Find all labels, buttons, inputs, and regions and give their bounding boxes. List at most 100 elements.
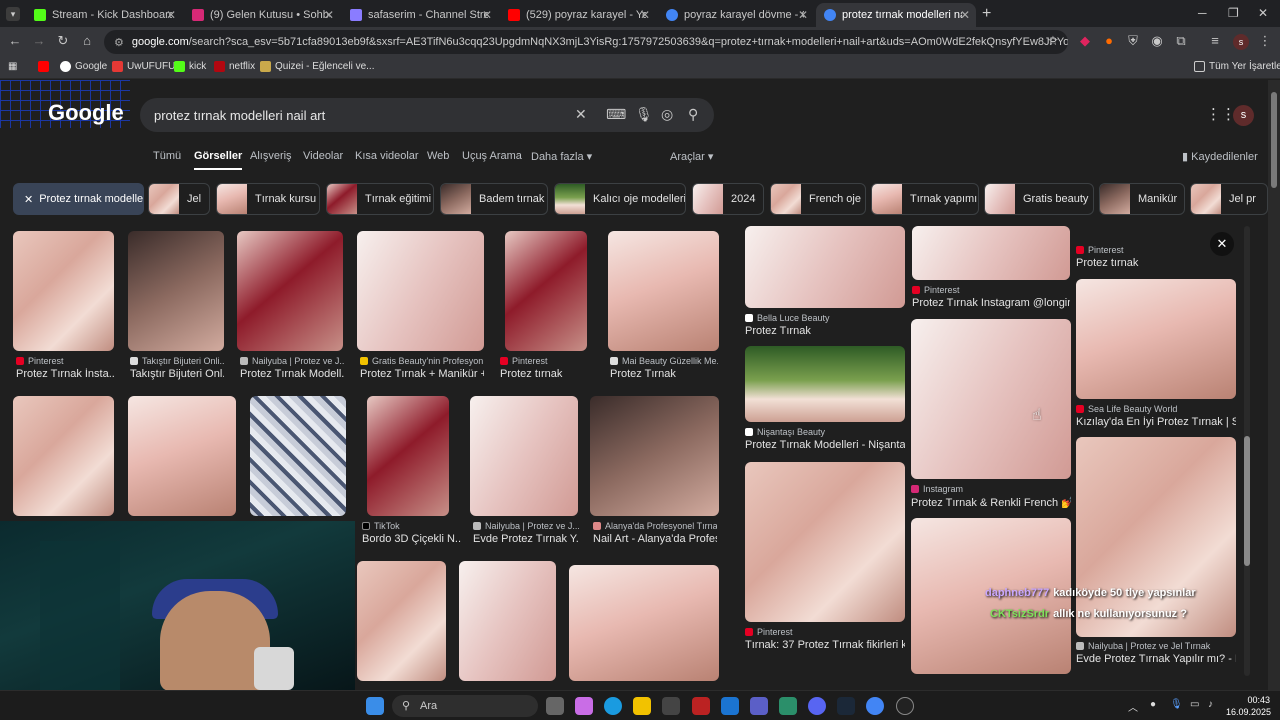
bookmark-star-icon[interactable]: ☆ — [1044, 33, 1062, 49]
tools-button[interactable]: Araçlar ▾ — [670, 150, 713, 163]
minimize-icon[interactable]: ─ — [1198, 6, 1207, 20]
outlook-icon[interactable] — [721, 697, 739, 715]
chip-french-oje[interactable]: French oje — [770, 183, 866, 215]
result-image[interactable] — [13, 396, 114, 516]
back-icon[interactable]: ← — [6, 33, 24, 48]
media-icon[interactable]: ≡ — [1206, 33, 1224, 48]
result-title[interactable]: Protez Tırnak İnsta... — [16, 368, 114, 380]
result-title[interactable]: Protez Tırnak — [745, 325, 905, 337]
task-view-icon[interactable] — [546, 697, 564, 715]
result-image[interactable] — [590, 396, 719, 516]
bookmark-google[interactable]: Google — [60, 61, 107, 72]
tab-shopping[interactable]: Alışveriş — [250, 150, 292, 162]
search-icon[interactable]: ⚲ — [688, 106, 698, 123]
extension-icon[interactable]: ◆ — [1076, 33, 1094, 49]
close-tab-icon[interactable]: ✕ — [166, 8, 176, 22]
result-title[interactable]: Protez Tırnak Modelleri - Nişantaşı... — [745, 439, 905, 451]
clear-search-icon[interactable]: ✕ — [575, 106, 587, 123]
keyboard-icon[interactable]: ⌨ — [606, 106, 626, 123]
bookmark-youtube[interactable] — [38, 61, 53, 72]
close-tab-icon[interactable]: ✕ — [798, 8, 808, 22]
tray-mic-icon[interactable]: 🎙 — [1170, 699, 1183, 710]
tab-google-active[interactable]: protez tırnak modelleri nail art ✕ — [816, 3, 976, 27]
close-tab-icon[interactable]: ✕ — [960, 8, 970, 22]
result-title[interactable]: Protez Tırnak Modell... — [240, 368, 344, 380]
apps-icon[interactable]: ▦ — [8, 61, 17, 72]
result-image[interactable] — [912, 226, 1070, 280]
result-image[interactable] — [1076, 437, 1236, 637]
result-title[interactable]: Evde Protez Tırnak Y... — [473, 533, 579, 545]
result-title[interactable]: Evde Protez Tırnak Yapılır mı? - N... — [1076, 653, 1236, 665]
tab-youtube[interactable]: (529) poyraz karayel - YouTube ✕ — [500, 3, 656, 27]
account-avatar[interactable]: s — [1233, 105, 1254, 126]
chip-kalici-oje[interactable]: Kalıcı oje modelleri — [554, 183, 686, 215]
close-tab-icon[interactable]: ✕ — [482, 8, 492, 22]
address-bar[interactable]: ⚙ google.com/search?sca_esv=5b71cfa89013… — [104, 30, 1068, 54]
chip-2024[interactable]: 2024 — [692, 183, 764, 215]
bookmark-netflix[interactable]: netflix — [214, 61, 255, 72]
result-image[interactable] — [745, 346, 905, 422]
teams-icon[interactable] — [750, 697, 768, 715]
result-image[interactable] — [745, 226, 905, 308]
profile-avatar[interactable]: s — [1233, 34, 1249, 50]
home-icon[interactable]: ⌂ — [78, 33, 96, 48]
result-image[interactable] — [13, 231, 114, 351]
result-title[interactable]: Bordo 3D Çiçekli N... — [362, 533, 462, 545]
chip-jel-pr[interactable]: Jel pr — [1190, 183, 1268, 215]
result-title[interactable]: Takıştır Bijuteri Onl... — [130, 368, 224, 380]
result-image[interactable] — [367, 396, 449, 516]
result-image[interactable] — [1076, 279, 1236, 399]
reload-icon[interactable]: ↻ — [54, 33, 72, 49]
close-tab-icon[interactable]: ✕ — [324, 8, 334, 22]
result-image[interactable] — [505, 231, 587, 351]
microphone-icon[interactable]: 🎙 — [635, 106, 653, 123]
chip-jel[interactable]: Jel — [148, 183, 210, 215]
result-image[interactable] — [745, 462, 905, 622]
tab-search-icon[interactable]: ▾ — [6, 7, 20, 21]
app-icon[interactable] — [779, 697, 797, 715]
chip-protez-tirnak-modelleri[interactable]: ✕ Protez tırnak modelleri — [13, 183, 144, 215]
tray-app-icon[interactable]: ● — [1150, 699, 1156, 710]
close-window-icon[interactable]: ✕ — [1258, 6, 1268, 20]
tab-flights[interactable]: Uçuş Arama — [462, 150, 522, 162]
chip-tirnak-yapimi[interactable]: Tırnak yapımı — [871, 183, 979, 215]
chip-badem-tirnak[interactable]: Badem tırnak — [440, 183, 548, 215]
taskbar-clock[interactable]: 00:43 16.09.2025 — [1226, 694, 1271, 718]
result-image[interactable] — [569, 565, 719, 681]
tab-short-videos[interactable]: Kısa videolar — [355, 150, 419, 162]
google-logo[interactable]: Google — [48, 100, 124, 126]
network-icon[interactable]: ▭ — [1190, 699, 1199, 710]
taskbar-search[interactable]: ⚲ Ara — [392, 695, 538, 717]
preview-scroll-thumb[interactable] — [1244, 436, 1250, 566]
bookmark-quizei[interactable]: Quizei - Eğlenceli ve... — [260, 61, 375, 72]
result-title[interactable]: Protez Tırnak + Manikür +... — [360, 368, 484, 380]
lens-icon[interactable]: ◎ — [661, 106, 673, 123]
tab-google-dovme[interactable]: poyraz karayel dövme - Google ✕ — [658, 3, 814, 27]
close-preview-button[interactable]: ✕ — [1210, 232, 1234, 256]
saved-button[interactable]: ▮ Kaydedilenler — [1182, 150, 1258, 163]
extension-icon[interactable]: ● — [1100, 33, 1118, 48]
tab-all[interactable]: Tümü — [153, 150, 181, 162]
result-title[interactable]: Tırnak: 37 Protez Tırnak fikirleri ke... — [745, 639, 905, 651]
result-image[interactable] — [470, 396, 578, 516]
result-image[interactable] — [250, 396, 346, 516]
file-explorer-icon[interactable] — [633, 697, 651, 715]
menu-icon[interactable]: ⋮ — [1256, 33, 1274, 49]
close-tab-icon[interactable]: ✕ — [640, 8, 650, 22]
tab-channel-streams[interactable]: safaserim - Channel Streams o ✕ — [342, 3, 498, 27]
result-title[interactable]: Protez tırnak — [500, 368, 590, 380]
site-info-icon[interactable]: ⚙ — [114, 36, 124, 49]
all-bookmarks[interactable]: Tüm Yer İşaretleri — [1194, 61, 1280, 72]
result-image[interactable] — [128, 396, 236, 516]
result-image[interactable] — [357, 231, 484, 351]
bookmark-kick[interactable]: kick — [174, 61, 206, 72]
obs-icon[interactable] — [896, 697, 914, 715]
discord-icon[interactable] — [808, 697, 826, 715]
extension-icon[interactable]: ◉ — [1148, 33, 1166, 49]
steam-icon[interactable] — [837, 697, 855, 715]
windows-start-icon[interactable] — [366, 697, 384, 715]
chip-tirnak-egitimi[interactable]: Tırnak eğitimi — [326, 183, 434, 215]
tab-more[interactable]: Daha fazla ▾ — [531, 150, 592, 163]
volume-icon[interactable]: ♪ — [1208, 699, 1213, 710]
chip-tirnak-kursu[interactable]: Tırnak kursu — [216, 183, 320, 215]
